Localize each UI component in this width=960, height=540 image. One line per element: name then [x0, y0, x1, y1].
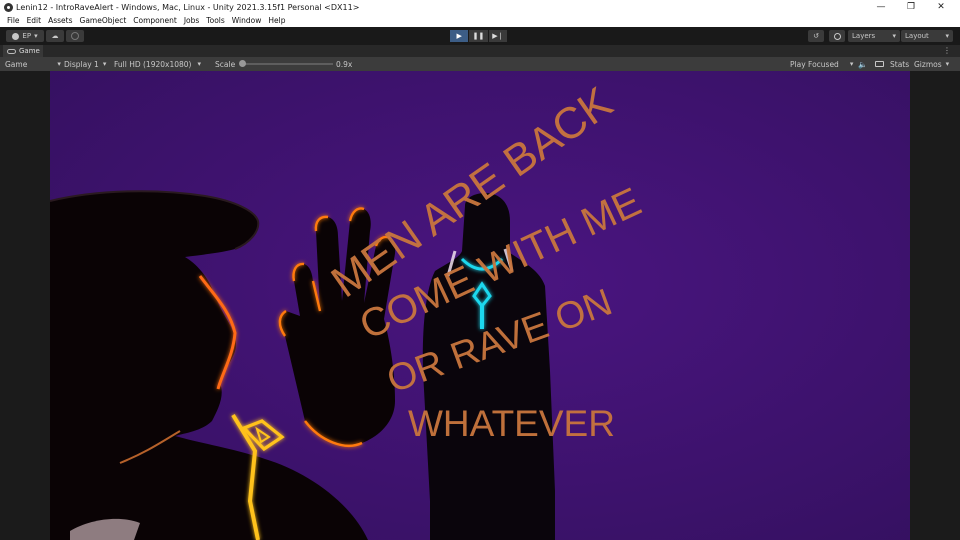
tab-game-label: Game — [19, 47, 40, 55]
menu-assets[interactable]: Assets — [48, 16, 72, 25]
resolution-dropdown[interactable]: Full HD (1920x1080) ▾ — [114, 57, 201, 71]
window-title: Lenin12 - IntroRaveAlert - Windows, Mac,… — [16, 2, 360, 12]
minimize-button[interactable]: — — [866, 0, 896, 14]
menu-gameobject[interactable]: GameObject — [80, 16, 127, 25]
scale-label: Scale — [215, 59, 236, 69]
keyboard-icon — [875, 61, 884, 67]
game-mode-label: Game — [5, 59, 28, 69]
search-icon — [833, 32, 841, 40]
play-focused-label: Play Focused — [790, 59, 839, 69]
menu-component[interactable]: Component — [133, 16, 177, 25]
gizmos-label: Gizmos — [914, 59, 942, 69]
menu-file[interactable]: File — [7, 16, 20, 25]
chevron-down-icon: ▾ — [102, 60, 107, 68]
scale-slider-track[interactable] — [241, 63, 333, 65]
close-button[interactable]: ✕ — [926, 0, 956, 14]
chevron-down-icon: ▾ — [945, 60, 950, 68]
pause-button[interactable]: ❚❚ — [469, 30, 488, 42]
lyric-line-4: WHATEVER — [408, 403, 615, 444]
pause-icon: ❚❚ — [472, 32, 485, 40]
more-options-icon[interactable]: ⋮ — [943, 46, 951, 55]
search-button[interactable] — [829, 30, 845, 42]
play-focused-dropdown[interactable]: Play Focused ▾ — [790, 57, 853, 71]
menu-bar: File Edit Assets GameObject Component Jo… — [0, 14, 960, 27]
display-dropdown[interactable]: Display 1 ▾ — [64, 57, 106, 71]
shortcuts-toggle[interactable] — [875, 57, 884, 71]
account-dropdown[interactable]: EP ▾ — [6, 30, 44, 42]
menu-tools[interactable]: Tools — [206, 16, 224, 25]
window-titlebar: Lenin12 - IntroRaveAlert - Windows, Mac,… — [0, 0, 960, 14]
step-button[interactable]: ▶❘ — [488, 30, 507, 42]
display-label: Display 1 — [64, 59, 99, 69]
mute-audio-button[interactable]: 🔈 — [858, 57, 867, 71]
history-icon: ↺ — [813, 32, 819, 40]
tab-bar: Game ⋮ — [0, 45, 960, 57]
stats-button[interactable]: Stats — [890, 57, 909, 71]
chevron-down-icon: ▾ — [57, 60, 61, 68]
history-button[interactable]: ↺ — [808, 30, 824, 42]
menu-window[interactable]: Window — [232, 16, 262, 25]
tab-game[interactable]: Game — [3, 45, 43, 57]
step-icon: ▶❘ — [492, 32, 504, 40]
chevron-down-icon: ▾ — [849, 60, 854, 68]
playback-controls: ▶ ❚❚ ▶❘ — [450, 30, 508, 42]
unity-logo-icon — [4, 2, 13, 12]
cloud-icon: ☁ — [51, 32, 59, 40]
play-button[interactable]: ▶ — [450, 30, 469, 42]
menu-edit[interactable]: Edit — [27, 16, 42, 25]
menu-help[interactable]: Help — [268, 16, 285, 25]
gamepad-icon — [7, 48, 16, 54]
resolution-label: Full HD (1920x1080) — [114, 59, 192, 69]
collab-button[interactable] — [66, 30, 84, 42]
scale-value: 0.9x — [336, 59, 353, 69]
layers-dropdown[interactable]: Layers — [848, 30, 900, 42]
chevron-down-icon: ▾ — [197, 60, 201, 68]
menu-jobs[interactable]: Jobs — [184, 16, 199, 25]
game-viewport: MEN ARE BACK COME WITH ME OR RAVE ON WHA… — [0, 71, 960, 540]
cloud-button[interactable]: ☁ — [46, 30, 64, 42]
game-view-toolbar: Game ▾ Display 1 ▾ Full HD (1920x1080) ▾… — [0, 57, 960, 71]
chevron-down-icon: ▾ — [34, 32, 38, 40]
account-icon — [12, 32, 20, 40]
game-render[interactable]: MEN ARE BACK COME WITH ME OR RAVE ON WHA… — [50, 71, 910, 540]
main-toolbar: EP ▾ ☁ ▶ ❚❚ ▶❘ ↺ Layers Layout — [0, 27, 960, 45]
play-icon: ▶ — [456, 32, 462, 40]
layout-dropdown[interactable]: Layout — [901, 30, 953, 42]
gizmos-dropdown[interactable]: Gizmos ▾ — [914, 57, 949, 71]
game-mode-dropdown[interactable]: Game ▾ — [5, 57, 61, 71]
account-label: EP — [22, 32, 32, 40]
speaker-icon: 🔈 — [858, 59, 868, 69]
maximize-button[interactable]: ❐ — [896, 0, 926, 14]
collab-icon — [71, 32, 79, 40]
game-scene: MEN ARE BACK COME WITH ME OR RAVE ON WHA… — [50, 71, 910, 540]
scale-slider-handle[interactable] — [239, 60, 246, 67]
